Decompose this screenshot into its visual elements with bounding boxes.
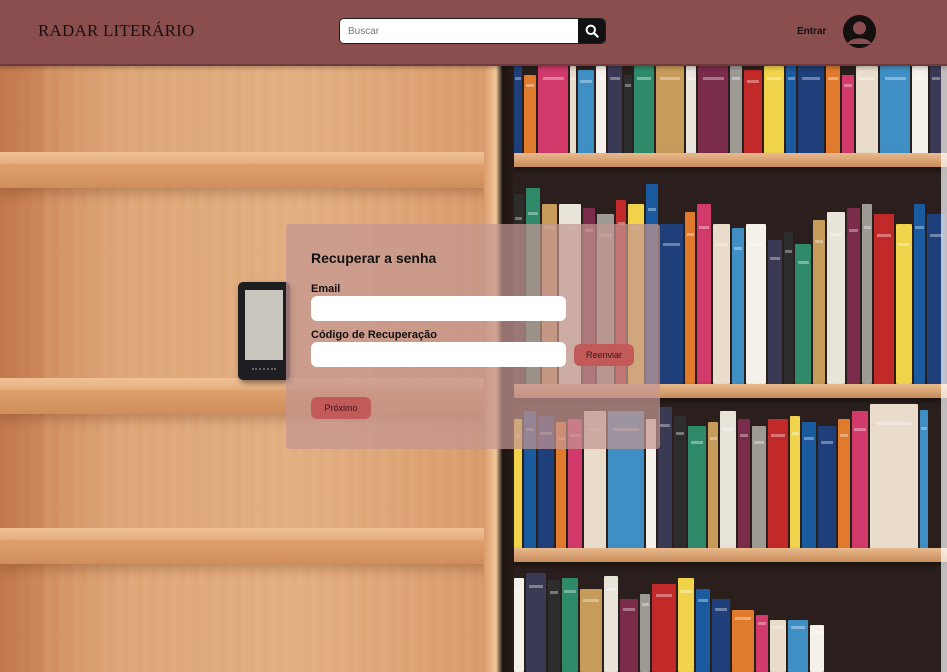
site-logo[interactable]: RADAR LITERÁRIO bbox=[38, 21, 194, 41]
book-spine bbox=[880, 66, 910, 154]
search-icon bbox=[585, 24, 599, 38]
book-spine bbox=[786, 66, 796, 154]
book-spine bbox=[895, 224, 912, 384]
next-button[interactable]: Próximo bbox=[311, 397, 371, 419]
book-spine bbox=[795, 244, 812, 384]
book-spine bbox=[688, 425, 706, 550]
book-spine bbox=[744, 70, 762, 154]
book-spine bbox=[608, 66, 622, 154]
book-spine bbox=[624, 74, 632, 154]
book-spine bbox=[596, 66, 606, 154]
book-spine bbox=[838, 418, 850, 550]
book-spine bbox=[770, 620, 786, 672]
book-spine bbox=[652, 583, 676, 672]
book-spine bbox=[678, 578, 694, 672]
book-spine bbox=[846, 208, 861, 384]
book-row bbox=[514, 66, 947, 154]
book-spine bbox=[686, 66, 696, 154]
book-spine bbox=[538, 66, 568, 154]
top-navbar: RADAR LITERÁRIO Entrar bbox=[0, 0, 947, 66]
book-spine bbox=[842, 74, 854, 154]
book-spine bbox=[620, 599, 638, 672]
book-spine bbox=[708, 421, 718, 550]
book-spine bbox=[674, 415, 686, 550]
book-spine bbox=[634, 66, 654, 154]
book-spine bbox=[852, 411, 868, 550]
book-spine bbox=[912, 66, 928, 154]
book-spine bbox=[798, 66, 824, 154]
login-link[interactable]: Entrar bbox=[797, 26, 826, 37]
book-spine bbox=[562, 578, 578, 672]
book-spine bbox=[746, 224, 766, 384]
book-spine bbox=[768, 418, 788, 550]
book-spine bbox=[698, 66, 728, 154]
book-spine bbox=[658, 406, 672, 550]
book-spine bbox=[920, 409, 928, 550]
book-spine bbox=[738, 418, 750, 550]
book-row bbox=[514, 568, 947, 672]
book-spine bbox=[732, 228, 745, 384]
book-spine bbox=[826, 212, 845, 384]
book-spine bbox=[856, 66, 878, 154]
book-spine bbox=[813, 220, 825, 384]
search-bar bbox=[339, 18, 606, 44]
book-spine bbox=[790, 415, 800, 550]
book-spine bbox=[913, 204, 926, 384]
shelf-board bbox=[0, 152, 490, 188]
book-spine bbox=[756, 614, 768, 672]
book-spine bbox=[862, 204, 873, 384]
book-spine bbox=[752, 425, 766, 550]
book-spine bbox=[874, 214, 894, 384]
book-spine bbox=[810, 625, 824, 672]
book-spine bbox=[578, 70, 594, 154]
book-spine bbox=[720, 411, 736, 550]
e-reader-device bbox=[238, 282, 290, 380]
book-spine bbox=[526, 573, 546, 672]
recovery-code-label: Código de Recuperação bbox=[311, 329, 437, 341]
book-spine bbox=[580, 588, 602, 672]
book-spine bbox=[870, 404, 918, 550]
book-spine bbox=[514, 578, 524, 672]
book-spine bbox=[656, 66, 684, 154]
book-spine bbox=[802, 421, 816, 550]
book-spine bbox=[697, 204, 711, 384]
book-spine bbox=[570, 66, 576, 154]
shelf-board bbox=[514, 548, 947, 562]
book-spine bbox=[764, 66, 784, 154]
recover-password-card: Recuperar a senha Email Código de Recupe… bbox=[286, 224, 660, 449]
recovery-code-field[interactable] bbox=[311, 342, 566, 367]
book-spine bbox=[685, 212, 696, 384]
search-input[interactable] bbox=[340, 19, 579, 43]
book-spine bbox=[548, 580, 560, 672]
user-avatar-icon[interactable] bbox=[843, 15, 876, 48]
book-spine bbox=[826, 66, 840, 154]
email-label: Email bbox=[311, 283, 341, 295]
book-spine bbox=[730, 66, 742, 154]
book-spine bbox=[514, 66, 522, 154]
user-silhouette-icon bbox=[843, 15, 876, 48]
book-spine bbox=[818, 425, 836, 550]
shelf-board bbox=[0, 528, 490, 564]
book-spine bbox=[767, 240, 782, 384]
card-title: Recuperar a senha bbox=[311, 250, 437, 266]
search-button[interactable] bbox=[578, 19, 605, 43]
book-spine bbox=[640, 594, 650, 672]
email-field[interactable] bbox=[311, 296, 566, 321]
book-spine bbox=[524, 74, 536, 154]
book-spine bbox=[696, 588, 710, 672]
book-spine bbox=[659, 224, 684, 384]
book-spine bbox=[712, 224, 731, 384]
book-spine bbox=[712, 599, 730, 672]
book-spine bbox=[788, 620, 808, 672]
book-spine bbox=[732, 609, 754, 672]
book-spine bbox=[604, 576, 618, 672]
shelf-board bbox=[514, 153, 947, 167]
book-spine bbox=[783, 232, 794, 384]
resend-button[interactable]: Reenviar bbox=[574, 344, 634, 366]
